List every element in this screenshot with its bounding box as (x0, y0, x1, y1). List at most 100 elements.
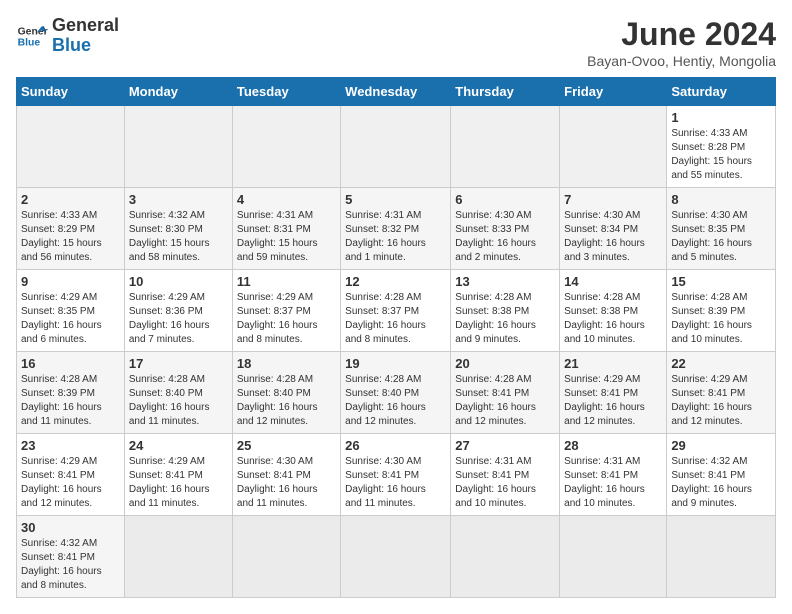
week-row-4: 23 Sunrise: 4:29 AM Sunset: 8:41 PM Dayli… (17, 434, 776, 516)
day-info: Sunrise: 4:28 AM Sunset: 8:40 PM Dayligh… (129, 373, 228, 429)
day-cell (451, 106, 560, 188)
day-number: 3 (129, 192, 228, 207)
day-cell: 3 Sunrise: 4:32 AM Sunset: 8:30 PM Daylig… (124, 188, 232, 270)
day-number: 14 (564, 274, 662, 289)
day-info: Sunrise: 4:28 AM Sunset: 8:39 PM Dayligh… (21, 373, 120, 429)
day-info: Sunrise: 4:29 AM Sunset: 8:41 PM Dayligh… (129, 455, 228, 511)
day-info: Sunrise: 4:30 AM Sunset: 8:34 PM Dayligh… (564, 209, 662, 265)
day-cell: 16Sunrise: 4:28 AM Sunset: 8:39 PM Dayli… (17, 352, 125, 434)
day-cell: 22 Sunrise: 4:29 AM Sunset: 8:41 PM Dayli… (667, 352, 776, 434)
day-cell (124, 516, 232, 598)
day-number: 26 (345, 438, 446, 453)
day-cell (232, 516, 340, 598)
day-info: Sunrise: 4:31 AM Sunset: 8:41 PM Dayligh… (564, 455, 662, 511)
day-info: Sunrise: 4:32 AM Sunset: 8:41 PM Dayligh… (21, 537, 120, 593)
day-info: Sunrise: 4:28 AM Sunset: 8:38 PM Dayligh… (564, 291, 662, 347)
day-info: Sunrise: 4:29 AM Sunset: 8:41 PM Dayligh… (671, 373, 771, 429)
day-cell (232, 106, 340, 188)
calendar-body: 1 Sunrise: 4:33 AM Sunset: 8:28 PM Daylig… (17, 106, 776, 598)
day-cell (560, 516, 667, 598)
week-row-2: 9 Sunrise: 4:29 AM Sunset: 8:35 PM Daylig… (17, 270, 776, 352)
day-info: Sunrise: 4:29 AM Sunset: 8:35 PM Dayligh… (21, 291, 120, 347)
calendar-header-row: SundayMondayTuesdayWednesdayThursdayFrid… (17, 78, 776, 106)
day-cell: 11Sunrise: 4:29 AM Sunset: 8:37 PM Dayli… (232, 270, 340, 352)
day-cell: 14 Sunrise: 4:28 AM Sunset: 8:38 PM Dayli… (560, 270, 667, 352)
day-info: Sunrise: 4:28 AM Sunset: 8:37 PM Dayligh… (345, 291, 446, 347)
page-wrapper: General Blue General Blue June 2024 Baya… (16, 16, 776, 598)
day-number: 13 (455, 274, 555, 289)
day-number: 2 (21, 192, 120, 207)
day-number: 22 (671, 356, 771, 371)
week-row-3: 16Sunrise: 4:28 AM Sunset: 8:39 PM Dayli… (17, 352, 776, 434)
header-monday: Monday (124, 78, 232, 106)
day-cell: 12Sunrise: 4:28 AM Sunset: 8:37 PM Dayli… (341, 270, 451, 352)
day-number: 4 (237, 192, 336, 207)
day-number: 7 (564, 192, 662, 207)
day-cell: 29 Sunrise: 4:32 AM Sunset: 8:41 PM Dayli… (667, 434, 776, 516)
day-cell: 1 Sunrise: 4:33 AM Sunset: 8:28 PM Daylig… (667, 106, 776, 188)
day-cell: 7 Sunrise: 4:30 AM Sunset: 8:34 PM Daylig… (560, 188, 667, 270)
day-number: 10 (129, 274, 228, 289)
day-cell: 5 Sunrise: 4:31 AM Sunset: 8:32 PM Daylig… (341, 188, 451, 270)
day-cell (341, 516, 451, 598)
svg-text:Blue: Blue (18, 37, 41, 48)
day-cell (17, 106, 125, 188)
day-cell: 21 Sunrise: 4:29 AM Sunset: 8:41 PM Dayli… (560, 352, 667, 434)
calendar-subtitle: Bayan-Ovoo, Hentiy, Mongolia (587, 53, 776, 69)
day-cell: 30 Sunrise: 4:32 AM Sunset: 8:41 PM Dayli… (17, 516, 125, 598)
day-number: 15 (671, 274, 771, 289)
logo-general: General (52, 16, 119, 36)
day-number: 29 (671, 438, 771, 453)
day-cell: 28Sunrise: 4:31 AM Sunset: 8:41 PM Dayli… (560, 434, 667, 516)
day-info: Sunrise: 4:32 AM Sunset: 8:41 PM Dayligh… (671, 455, 771, 511)
calendar-table: SundayMondayTuesdayWednesdayThursdayFrid… (16, 77, 776, 598)
day-number: 18 (237, 356, 336, 371)
day-cell: 25Sunrise: 4:30 AM Sunset: 8:41 PM Dayli… (232, 434, 340, 516)
day-cell: 20 Sunrise: 4:28 AM Sunset: 8:41 PM Dayli… (451, 352, 560, 434)
day-info: Sunrise: 4:30 AM Sunset: 8:41 PM Dayligh… (237, 455, 336, 511)
title-section: June 2024 Bayan-Ovoo, Hentiy, Mongolia (587, 16, 776, 69)
day-number: 6 (455, 192, 555, 207)
day-cell: 15Sunrise: 4:28 AM Sunset: 8:39 PM Dayli… (667, 270, 776, 352)
header-friday: Friday (560, 78, 667, 106)
day-number: 5 (345, 192, 446, 207)
day-cell: 19Sunrise: 4:28 AM Sunset: 8:40 PM Dayli… (341, 352, 451, 434)
day-cell: 4 Sunrise: 4:31 AM Sunset: 8:31 PM Daylig… (232, 188, 340, 270)
logo: General Blue General Blue (16, 16, 119, 56)
week-row-5: 30 Sunrise: 4:32 AM Sunset: 8:41 PM Dayli… (17, 516, 776, 598)
day-info: Sunrise: 4:33 AM Sunset: 8:28 PM Dayligh… (671, 127, 771, 183)
day-number: 19 (345, 356, 446, 371)
day-info: Sunrise: 4:31 AM Sunset: 8:32 PM Dayligh… (345, 209, 446, 265)
day-number: 23 (21, 438, 120, 453)
calendar-title: June 2024 (587, 16, 776, 53)
day-cell (560, 106, 667, 188)
day-number: 1 (671, 110, 771, 125)
header: General Blue General Blue June 2024 Baya… (16, 16, 776, 69)
header-tuesday: Tuesday (232, 78, 340, 106)
day-cell: 9 Sunrise: 4:29 AM Sunset: 8:35 PM Daylig… (17, 270, 125, 352)
day-info: Sunrise: 4:30 AM Sunset: 8:35 PM Dayligh… (671, 209, 771, 265)
day-cell: 18 Sunrise: 4:28 AM Sunset: 8:40 PM Dayli… (232, 352, 340, 434)
day-number: 30 (21, 520, 120, 535)
logo-blue: Blue (52, 36, 119, 56)
day-info: Sunrise: 4:31 AM Sunset: 8:31 PM Dayligh… (237, 209, 336, 265)
day-cell: 8Sunrise: 4:30 AM Sunset: 8:35 PM Daylig… (667, 188, 776, 270)
day-cell (341, 106, 451, 188)
header-thursday: Thursday (451, 78, 560, 106)
day-number: 9 (21, 274, 120, 289)
day-info: Sunrise: 4:30 AM Sunset: 8:33 PM Dayligh… (455, 209, 555, 265)
day-cell: 17Sunrise: 4:28 AM Sunset: 8:40 PM Dayli… (124, 352, 232, 434)
day-info: Sunrise: 4:30 AM Sunset: 8:41 PM Dayligh… (345, 455, 446, 511)
day-number: 27 (455, 438, 555, 453)
day-cell: 27Sunrise: 4:31 AM Sunset: 8:41 PM Dayli… (451, 434, 560, 516)
day-number: 20 (455, 356, 555, 371)
day-info: Sunrise: 4:32 AM Sunset: 8:30 PM Dayligh… (129, 209, 228, 265)
day-cell (451, 516, 560, 598)
day-info: Sunrise: 4:28 AM Sunset: 8:41 PM Dayligh… (455, 373, 555, 429)
day-info: Sunrise: 4:28 AM Sunset: 8:40 PM Dayligh… (237, 373, 336, 429)
day-info: Sunrise: 4:29 AM Sunset: 8:41 PM Dayligh… (564, 373, 662, 429)
header-saturday: Saturday (667, 78, 776, 106)
day-number: 21 (564, 356, 662, 371)
logo-icon: General Blue (16, 20, 48, 52)
day-info: Sunrise: 4:29 AM Sunset: 8:41 PM Dayligh… (21, 455, 120, 511)
